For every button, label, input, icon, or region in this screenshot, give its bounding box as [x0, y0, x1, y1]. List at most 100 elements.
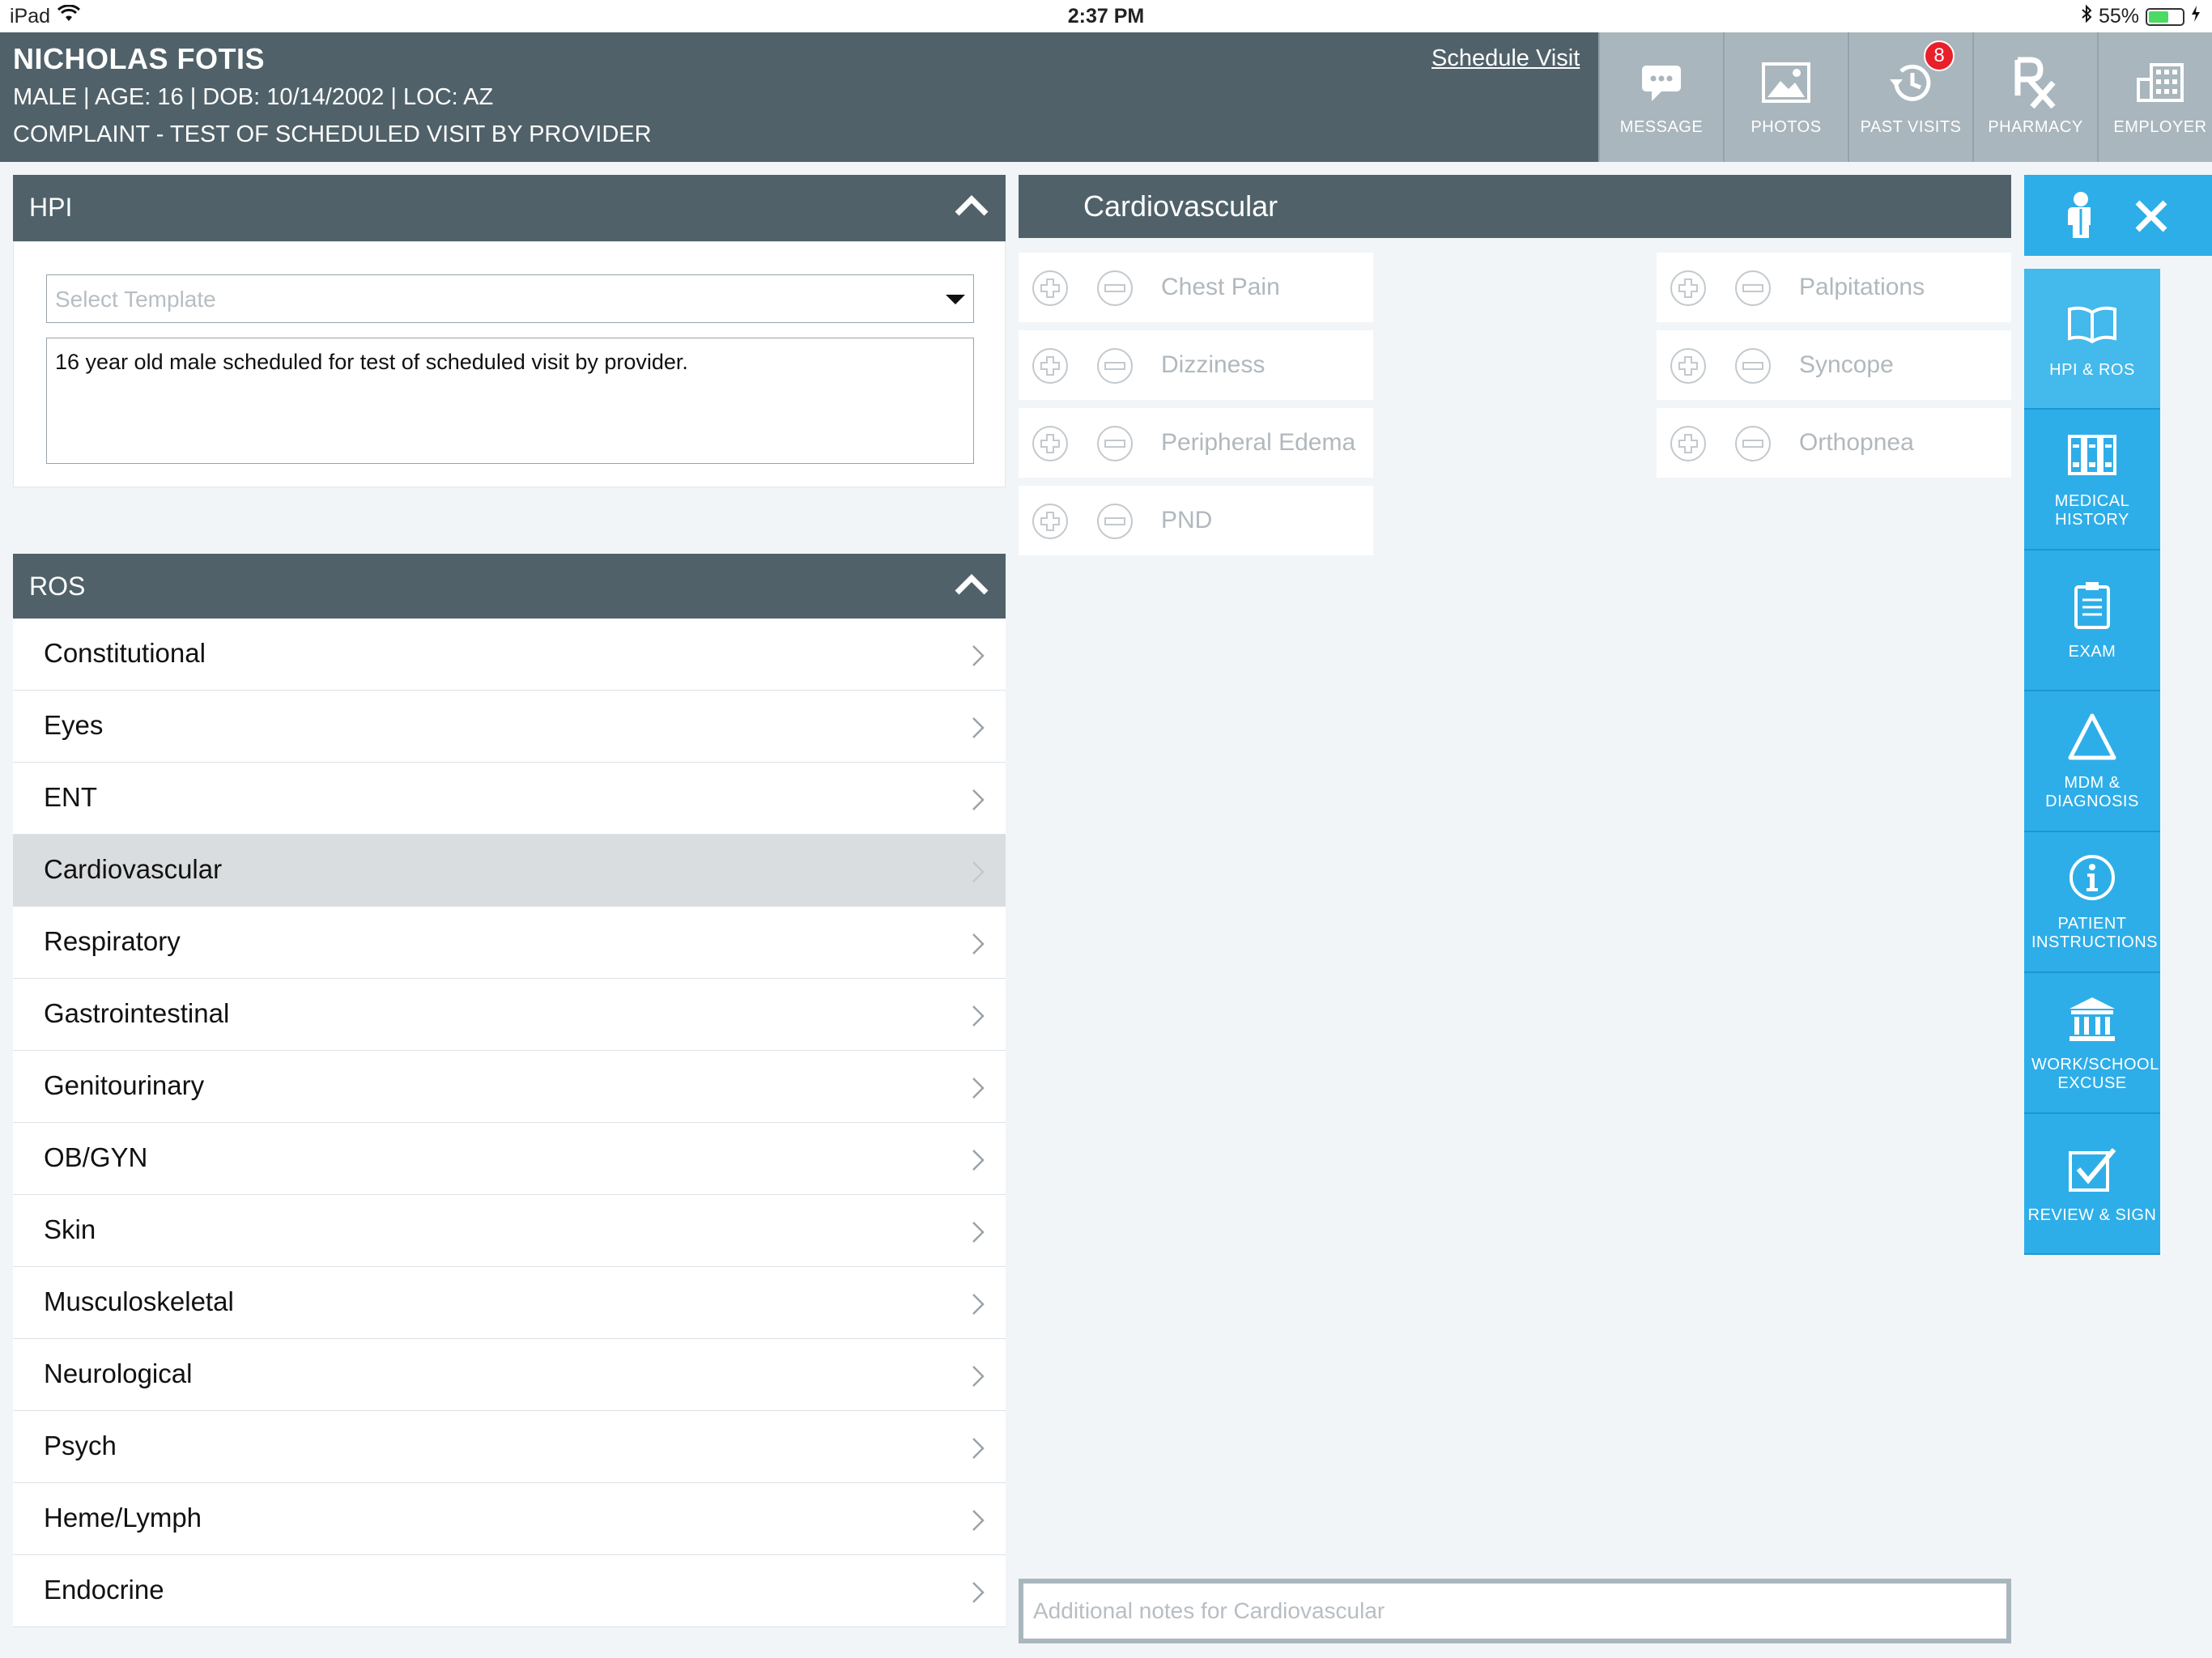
symptom-label: Orthopnea: [1799, 429, 1914, 456]
ros-title: ROS: [29, 572, 86, 601]
ros-item-skin[interactable]: Skin: [13, 1195, 1006, 1267]
plus-circle-icon[interactable]: [1670, 347, 1707, 389]
ros-item-heme-lymph[interactable]: Heme/Lymph: [13, 1483, 1006, 1555]
close-button[interactable]: [2091, 175, 2212, 256]
collapse-icon[interactable]: [952, 189, 991, 228]
pharmacy-button[interactable]: PHARMACY: [1972, 32, 2097, 162]
symptom-label: Syncope: [1799, 351, 1894, 378]
plus-circle-icon[interactable]: [1032, 503, 1069, 544]
symptom-label: Peripheral Edema: [1161, 429, 1356, 456]
plus-circle-icon[interactable]: [1032, 425, 1069, 466]
ros-item-label: ENT: [44, 782, 97, 812]
symptom-label: Palpitations: [1799, 274, 1925, 300]
ros-item-label: Eyes: [44, 710, 104, 740]
header-toolbar: MESSAGE PHOTOS PAST VISITS 8 PHARMACY EM…: [1598, 32, 2212, 162]
ros-item-eyes[interactable]: Eyes: [13, 691, 1006, 763]
minus-circle-icon[interactable]: [1096, 347, 1134, 389]
message-icon: [1639, 58, 1684, 107]
nav-mdm-diagnosis[interactable]: MDM & DIAGNOSIS: [2024, 691, 2160, 832]
employer-label: EMPLOYER: [2113, 117, 2207, 136]
bluetooth-icon: [2081, 4, 2092, 28]
template-select[interactable]: Select Template: [46, 274, 974, 323]
symptom-label: Dizziness: [1161, 351, 1266, 378]
minus-circle-icon[interactable]: [1096, 425, 1134, 466]
minus-circle-icon[interactable]: [1734, 347, 1772, 389]
symptom-label: Chest Pain: [1161, 274, 1280, 300]
chevron-right-icon: [972, 1219, 985, 1250]
ros-item-gastrointestinal[interactable]: Gastrointestinal: [13, 979, 1006, 1051]
ros-item-ent[interactable]: ENT: [13, 763, 1006, 835]
chevron-right-icon: [972, 931, 985, 962]
chevron-right-icon: [972, 715, 985, 746]
binders-icon: [2066, 429, 2118, 481]
chevron-right-icon: [972, 1363, 985, 1394]
ros-item-label: Heme/Lymph: [44, 1503, 202, 1533]
close-icon: [2133, 198, 2170, 239]
triangle-icon: [2067, 711, 2117, 763]
symptom-syncope: Syncope: [1657, 330, 2011, 400]
nav-label: MDM & DIAGNOSIS: [2045, 774, 2139, 810]
side-nav: HPI & ROS MEDICAL HISTORY EXAM MDM & DIA…: [2024, 269, 2160, 1255]
photos-button[interactable]: PHOTOS: [1723, 32, 1848, 162]
ros-item-label: Gastrointestinal: [44, 998, 230, 1028]
employer-button[interactable]: EMPLOYER: [2097, 32, 2212, 162]
ros-item-label: Psych: [44, 1431, 117, 1460]
ros-item-ob-gyn[interactable]: OB/GYN: [13, 1123, 1006, 1195]
chevron-right-icon: [972, 859, 985, 890]
ros-item-cardiovascular[interactable]: Cardiovascular: [13, 835, 1006, 907]
ros-header[interactable]: ROS: [13, 554, 1006, 619]
nav-review-sign[interactable]: REVIEW & SIGN: [2024, 1114, 2160, 1255]
ros-item-psych[interactable]: Psych: [13, 1411, 1006, 1483]
collapse-icon[interactable]: [952, 568, 991, 607]
nav-exam[interactable]: EXAM: [2024, 551, 2160, 691]
symptom-orthopnea: Orthopnea: [1657, 408, 2011, 478]
notes-input[interactable]: [1023, 1584, 2006, 1639]
plus-circle-icon[interactable]: [1032, 270, 1069, 311]
ros-item-label: Skin: [44, 1214, 96, 1244]
hpi-text-field[interactable]: 16 year old male scheduled for test of s…: [46, 338, 974, 464]
message-label: MESSAGE: [1619, 117, 1704, 136]
ros-item-label: Respiratory: [44, 926, 181, 956]
ros-item-musculoskeletal[interactable]: Musculoskeletal: [13, 1267, 1006, 1339]
past-visits-badge: 8: [1924, 40, 1955, 71]
ros-item-respiratory[interactable]: Respiratory: [13, 907, 1006, 979]
symptom-dizziness: Dizziness: [1019, 330, 1373, 400]
ros-item-label: Cardiovascular: [44, 854, 223, 884]
nav-label: PATIENT INSTRUCTIONS: [2031, 915, 2158, 951]
ros-item-label: OB/GYN: [44, 1142, 148, 1172]
ros-item-genitourinary[interactable]: Genitourinary: [13, 1051, 1006, 1123]
nav-hpi-ros[interactable]: HPI & ROS: [2024, 269, 2160, 410]
minus-circle-icon[interactable]: [1734, 425, 1772, 466]
charging-icon: [2191, 5, 2201, 28]
employer-icon: [2135, 58, 2185, 107]
plus-circle-icon[interactable]: [1670, 270, 1707, 311]
minus-circle-icon[interactable]: [1096, 270, 1134, 311]
nav-label: MEDICAL HISTORY: [2054, 492, 2130, 529]
nav-patient-instructions[interactable]: PATIENT INSTRUCTIONS: [2024, 832, 2160, 973]
chevron-right-icon: [972, 787, 985, 818]
info-icon: [2068, 852, 2116, 903]
minus-circle-icon[interactable]: [1096, 503, 1134, 544]
checkbox-icon: [2067, 1143, 2117, 1195]
chevron-right-icon: [972, 1075, 985, 1106]
plus-circle-icon[interactable]: [1670, 425, 1707, 466]
ros-item-endocrine[interactable]: Endocrine: [13, 1555, 1006, 1627]
schedule-visit-link[interactable]: Schedule Visit: [1431, 45, 1580, 72]
message-button[interactable]: MESSAGE: [1598, 32, 1723, 162]
symptom-peripheral-edema: Peripheral Edema: [1019, 408, 1373, 478]
hpi-header[interactable]: HPI: [13, 175, 1006, 241]
ros-item-constitutional[interactable]: Constitutional: [13, 619, 1006, 691]
past-visits-button[interactable]: PAST VISITS 8: [1848, 32, 1972, 162]
clipboard-icon: [2073, 580, 2112, 631]
ros-item-neurological[interactable]: Neurological: [13, 1339, 1006, 1411]
nav-work-school-excuse[interactable]: WORK/SCHOOL EXCUSE: [2024, 973, 2160, 1114]
symptom-pnd: PND: [1019, 486, 1373, 555]
nav-medical-history[interactable]: MEDICAL HISTORY: [2024, 410, 2160, 551]
chevron-right-icon: [972, 1507, 985, 1538]
chevron-right-icon: [972, 1579, 985, 1610]
plus-circle-icon[interactable]: [1032, 347, 1069, 389]
cardiovascular-title: Cardiovascular: [1083, 189, 1278, 223]
rx-icon: [2011, 57, 2060, 108]
patient-demographics: MALE | AGE: 16 | DOB: 10/14/2002 | LOC: …: [13, 84, 494, 110]
minus-circle-icon[interactable]: [1734, 270, 1772, 311]
